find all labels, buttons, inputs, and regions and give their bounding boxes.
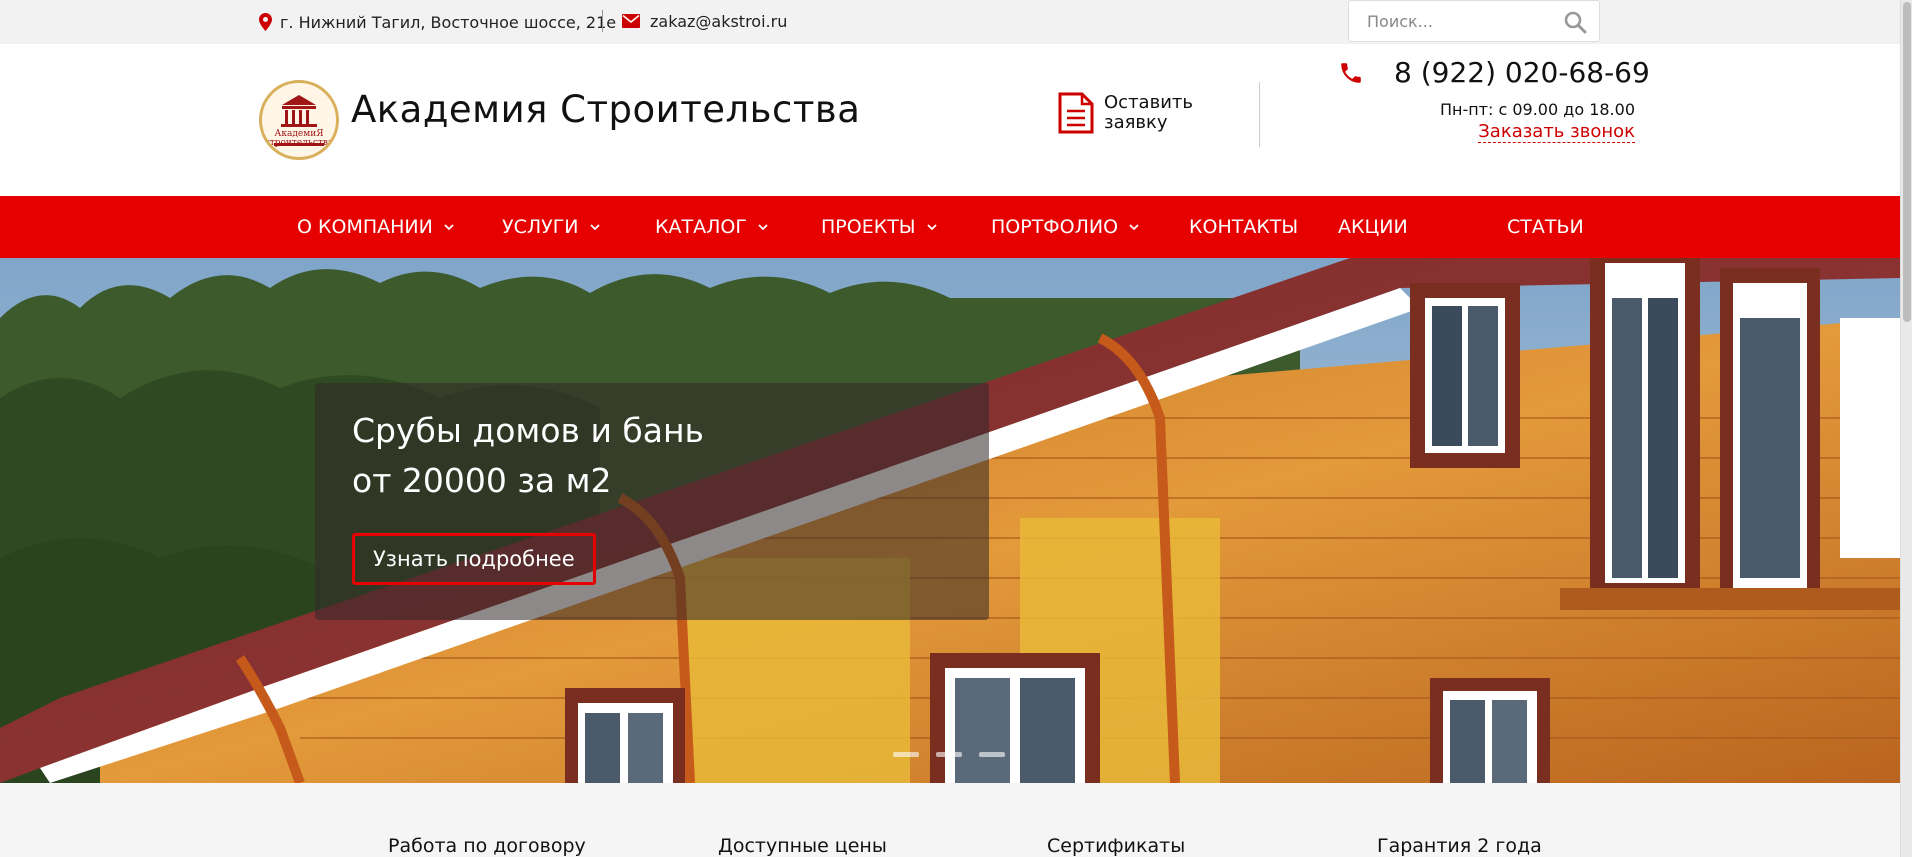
- nav-item-label: СТАТЬИ: [1507, 216, 1584, 238]
- scrollbar-thumb[interactable]: [1903, 2, 1911, 322]
- slider-pagination: [893, 752, 1022, 757]
- feature-certificates: Сертификаты: [1047, 835, 1186, 857]
- envelope-icon: [622, 14, 640, 28]
- chevron-down-icon: [444, 224, 454, 231]
- email-link[interactable]: zakaz@akstroi.ru: [622, 9, 787, 33]
- top-bar: г. Нижний Тагил, Восточное шоссе, 21е za…: [0, 0, 1900, 44]
- chevron-down-icon: [589, 224, 600, 231]
- chevron-down-icon: [1129, 224, 1139, 231]
- phone-icon: [1341, 62, 1361, 83]
- callback-link[interactable]: Заказать звонок: [1478, 122, 1635, 143]
- nav-catalog[interactable]: КАТАЛОГ: [655, 196, 769, 258]
- nav-item-label: КОНТАКТЫ: [1189, 216, 1299, 238]
- divider: [602, 10, 603, 32]
- slide-title-line1: Срубы домов и бань: [352, 411, 704, 450]
- document-icon: [1058, 92, 1094, 134]
- feature-prices: Доступные цены: [718, 835, 887, 857]
- phone-number[interactable]: 8 (922) 020-68-69: [1394, 56, 1650, 89]
- address: г. Нижний Тагил, Восточное шоссе, 21е: [259, 10, 616, 34]
- nav-item-label: О КОМПАНИИ: [297, 216, 433, 238]
- feature-contract: Работа по договору: [388, 835, 586, 857]
- nav-promotions[interactable]: АКЦИИ: [1338, 196, 1408, 258]
- nav-item-label: КАТАЛОГ: [655, 216, 747, 238]
- chevron-down-icon: [926, 224, 937, 231]
- feature-warranty: Гарантия 2 года: [1377, 835, 1542, 857]
- nav-about[interactable]: О КОМПАНИИ: [297, 196, 455, 258]
- working-hours: Пн-пт: с 09.00 до 18.00: [1439, 100, 1635, 119]
- main-nav: О КОМПАНИИ УСЛУГИ КАТАЛОГ ПРОЕКТЫ ПОРТФОЛИО К…: [0, 196, 1900, 258]
- nav-item-label: ПОРТФОЛИО: [991, 216, 1119, 238]
- search-icon[interactable]: [1563, 10, 1587, 34]
- slide-dot-1[interactable]: [893, 752, 919, 757]
- nav-item-label: ПРОЕКТЫ: [821, 216, 916, 238]
- divider: [1259, 82, 1260, 147]
- address-text: г. Нижний Тагил, Восточное шоссе, 21е: [280, 12, 617, 32]
- slide-title-line2: от 20000 за м2: [352, 461, 612, 500]
- map-pin-icon: [259, 13, 272, 31]
- slide-caption: Срубы домов и бань от 20000 за м2 Узнать…: [315, 383, 989, 620]
- learn-more-button[interactable]: Узнать подробнее: [352, 533, 596, 585]
- search-input[interactable]: [1349, 2, 1549, 40]
- phone-block: 8 (922) 020-68-69: [1338, 56, 1650, 89]
- nav-projects[interactable]: ПРОЕКТЫ: [821, 196, 938, 258]
- search-box: [1348, 0, 1600, 42]
- chevron-down-icon: [758, 224, 768, 231]
- nav-item-label: АКЦИИ: [1338, 216, 1408, 238]
- page-scrollbar[interactable]: [1900, 0, 1912, 857]
- nav-portfolio[interactable]: ПОРТФОЛИО: [991, 196, 1140, 258]
- nav-services[interactable]: УСЛУГИ: [502, 196, 601, 258]
- slide-dot-2[interactable]: [936, 752, 962, 757]
- request-button[interactable]: Оставить заявку: [1058, 92, 1214, 134]
- slide-title: Срубы домов и бань от 20000 за м2: [352, 406, 952, 506]
- logo[interactable]: АкадемиЯ строительства: [259, 80, 339, 160]
- nav-item-label: УСЛУГИ: [502, 216, 579, 238]
- email-text[interactable]: zakaz@akstroi.ru: [650, 12, 787, 31]
- nav-contacts[interactable]: КОНТАКТЫ: [1189, 196, 1298, 258]
- hero-slider: Срубы домов и бань от 20000 за м2 Узнать…: [0, 258, 1900, 783]
- features-strip: Работа по договору Доступные цены Сертиф…: [0, 783, 1900, 857]
- slide-dot-3[interactable]: [979, 752, 1005, 757]
- nav-articles[interactable]: СТАТЬИ: [1507, 196, 1584, 258]
- logo-text: АкадемиЯ строительства: [264, 129, 334, 148]
- request-label[interactable]: Оставить заявку: [1104, 93, 1214, 133]
- brand-name[interactable]: Академия Строительства: [351, 88, 860, 131]
